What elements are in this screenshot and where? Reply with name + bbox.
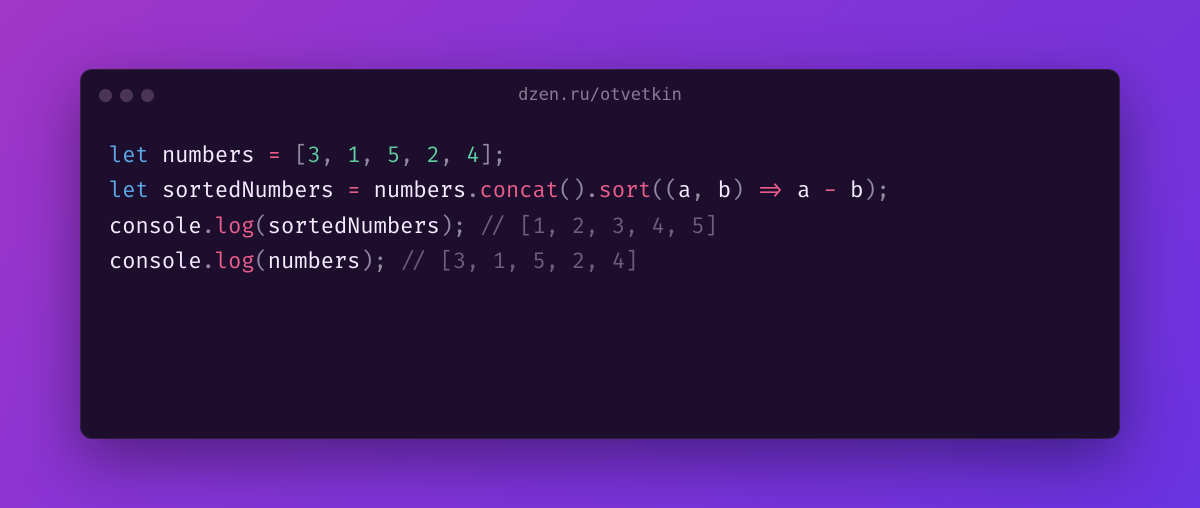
param: b xyxy=(718,177,731,204)
variable: numbers xyxy=(162,142,255,169)
code-block: let numbers = [3, 1, 5, 2, 4]; let sorte… xyxy=(81,120,1119,298)
dot: . xyxy=(202,248,215,275)
dot: . xyxy=(466,177,479,204)
variable: sortedNumbers xyxy=(162,177,334,204)
paren: ) xyxy=(360,248,373,275)
bracket: ] xyxy=(480,142,493,169)
keyword: let xyxy=(109,177,149,204)
code-line-3: console.log(sortedNumbers); // [1, 2, 3,… xyxy=(109,213,718,240)
number: 4 xyxy=(466,142,479,169)
window-title: dzen.ru/otvetkin xyxy=(518,85,682,105)
object: console xyxy=(109,248,202,275)
method: sort xyxy=(599,177,652,204)
semicolon: ; xyxy=(374,248,387,275)
param: a xyxy=(678,177,691,204)
window-titlebar: dzen.ru/otvetkin xyxy=(81,70,1119,120)
method: concat xyxy=(480,177,559,204)
maximize-icon[interactable] xyxy=(141,89,154,102)
operator: = xyxy=(347,177,360,204)
var: a xyxy=(797,177,810,204)
var: b xyxy=(850,177,863,204)
arrow: => xyxy=(757,177,783,204)
bracket: [ xyxy=(294,142,307,169)
comment: // [3, 1, 5, 2, 4] xyxy=(400,248,638,275)
object: numbers xyxy=(374,177,467,204)
comma: , xyxy=(321,142,334,169)
comma: , xyxy=(400,142,413,169)
code-line-2: let sortedNumbers = numbers.concat().sor… xyxy=(109,177,890,204)
number: 3 xyxy=(308,142,321,169)
close-icon[interactable] xyxy=(99,89,112,102)
method: log xyxy=(215,213,255,240)
comma: , xyxy=(360,142,373,169)
minimize-icon[interactable] xyxy=(120,89,133,102)
operator: - xyxy=(824,177,837,204)
paren: ) xyxy=(731,177,744,204)
semicolon: ; xyxy=(493,142,506,169)
paren: (( xyxy=(652,177,678,204)
paren: ) xyxy=(440,213,453,240)
paren: ) xyxy=(863,177,876,204)
dot: . xyxy=(585,177,598,204)
operator: = xyxy=(268,142,281,169)
dot: . xyxy=(202,213,215,240)
paren: ( xyxy=(255,248,268,275)
comma: , xyxy=(691,177,704,204)
number: 2 xyxy=(427,142,440,169)
parens: () xyxy=(559,177,585,204)
semicolon: ; xyxy=(877,177,890,204)
code-line-4: console.log(numbers); // [3, 1, 5, 2, 4] xyxy=(109,248,638,275)
number: 5 xyxy=(387,142,400,169)
method: log xyxy=(215,248,255,275)
code-line-1: let numbers = [3, 1, 5, 2, 4]; xyxy=(109,142,506,169)
number: 1 xyxy=(347,142,360,169)
object: console xyxy=(109,213,202,240)
keyword: let xyxy=(109,142,149,169)
semicolon: ; xyxy=(453,213,466,240)
argument: numbers xyxy=(268,248,361,275)
argument: sortedNumbers xyxy=(268,213,440,240)
comma: , xyxy=(440,142,453,169)
comment: // [1, 2, 3, 4, 5] xyxy=(480,213,718,240)
paren: ( xyxy=(255,213,268,240)
traffic-lights xyxy=(99,89,154,102)
code-window: dzen.ru/otvetkin let numbers = [3, 1, 5,… xyxy=(80,69,1120,439)
